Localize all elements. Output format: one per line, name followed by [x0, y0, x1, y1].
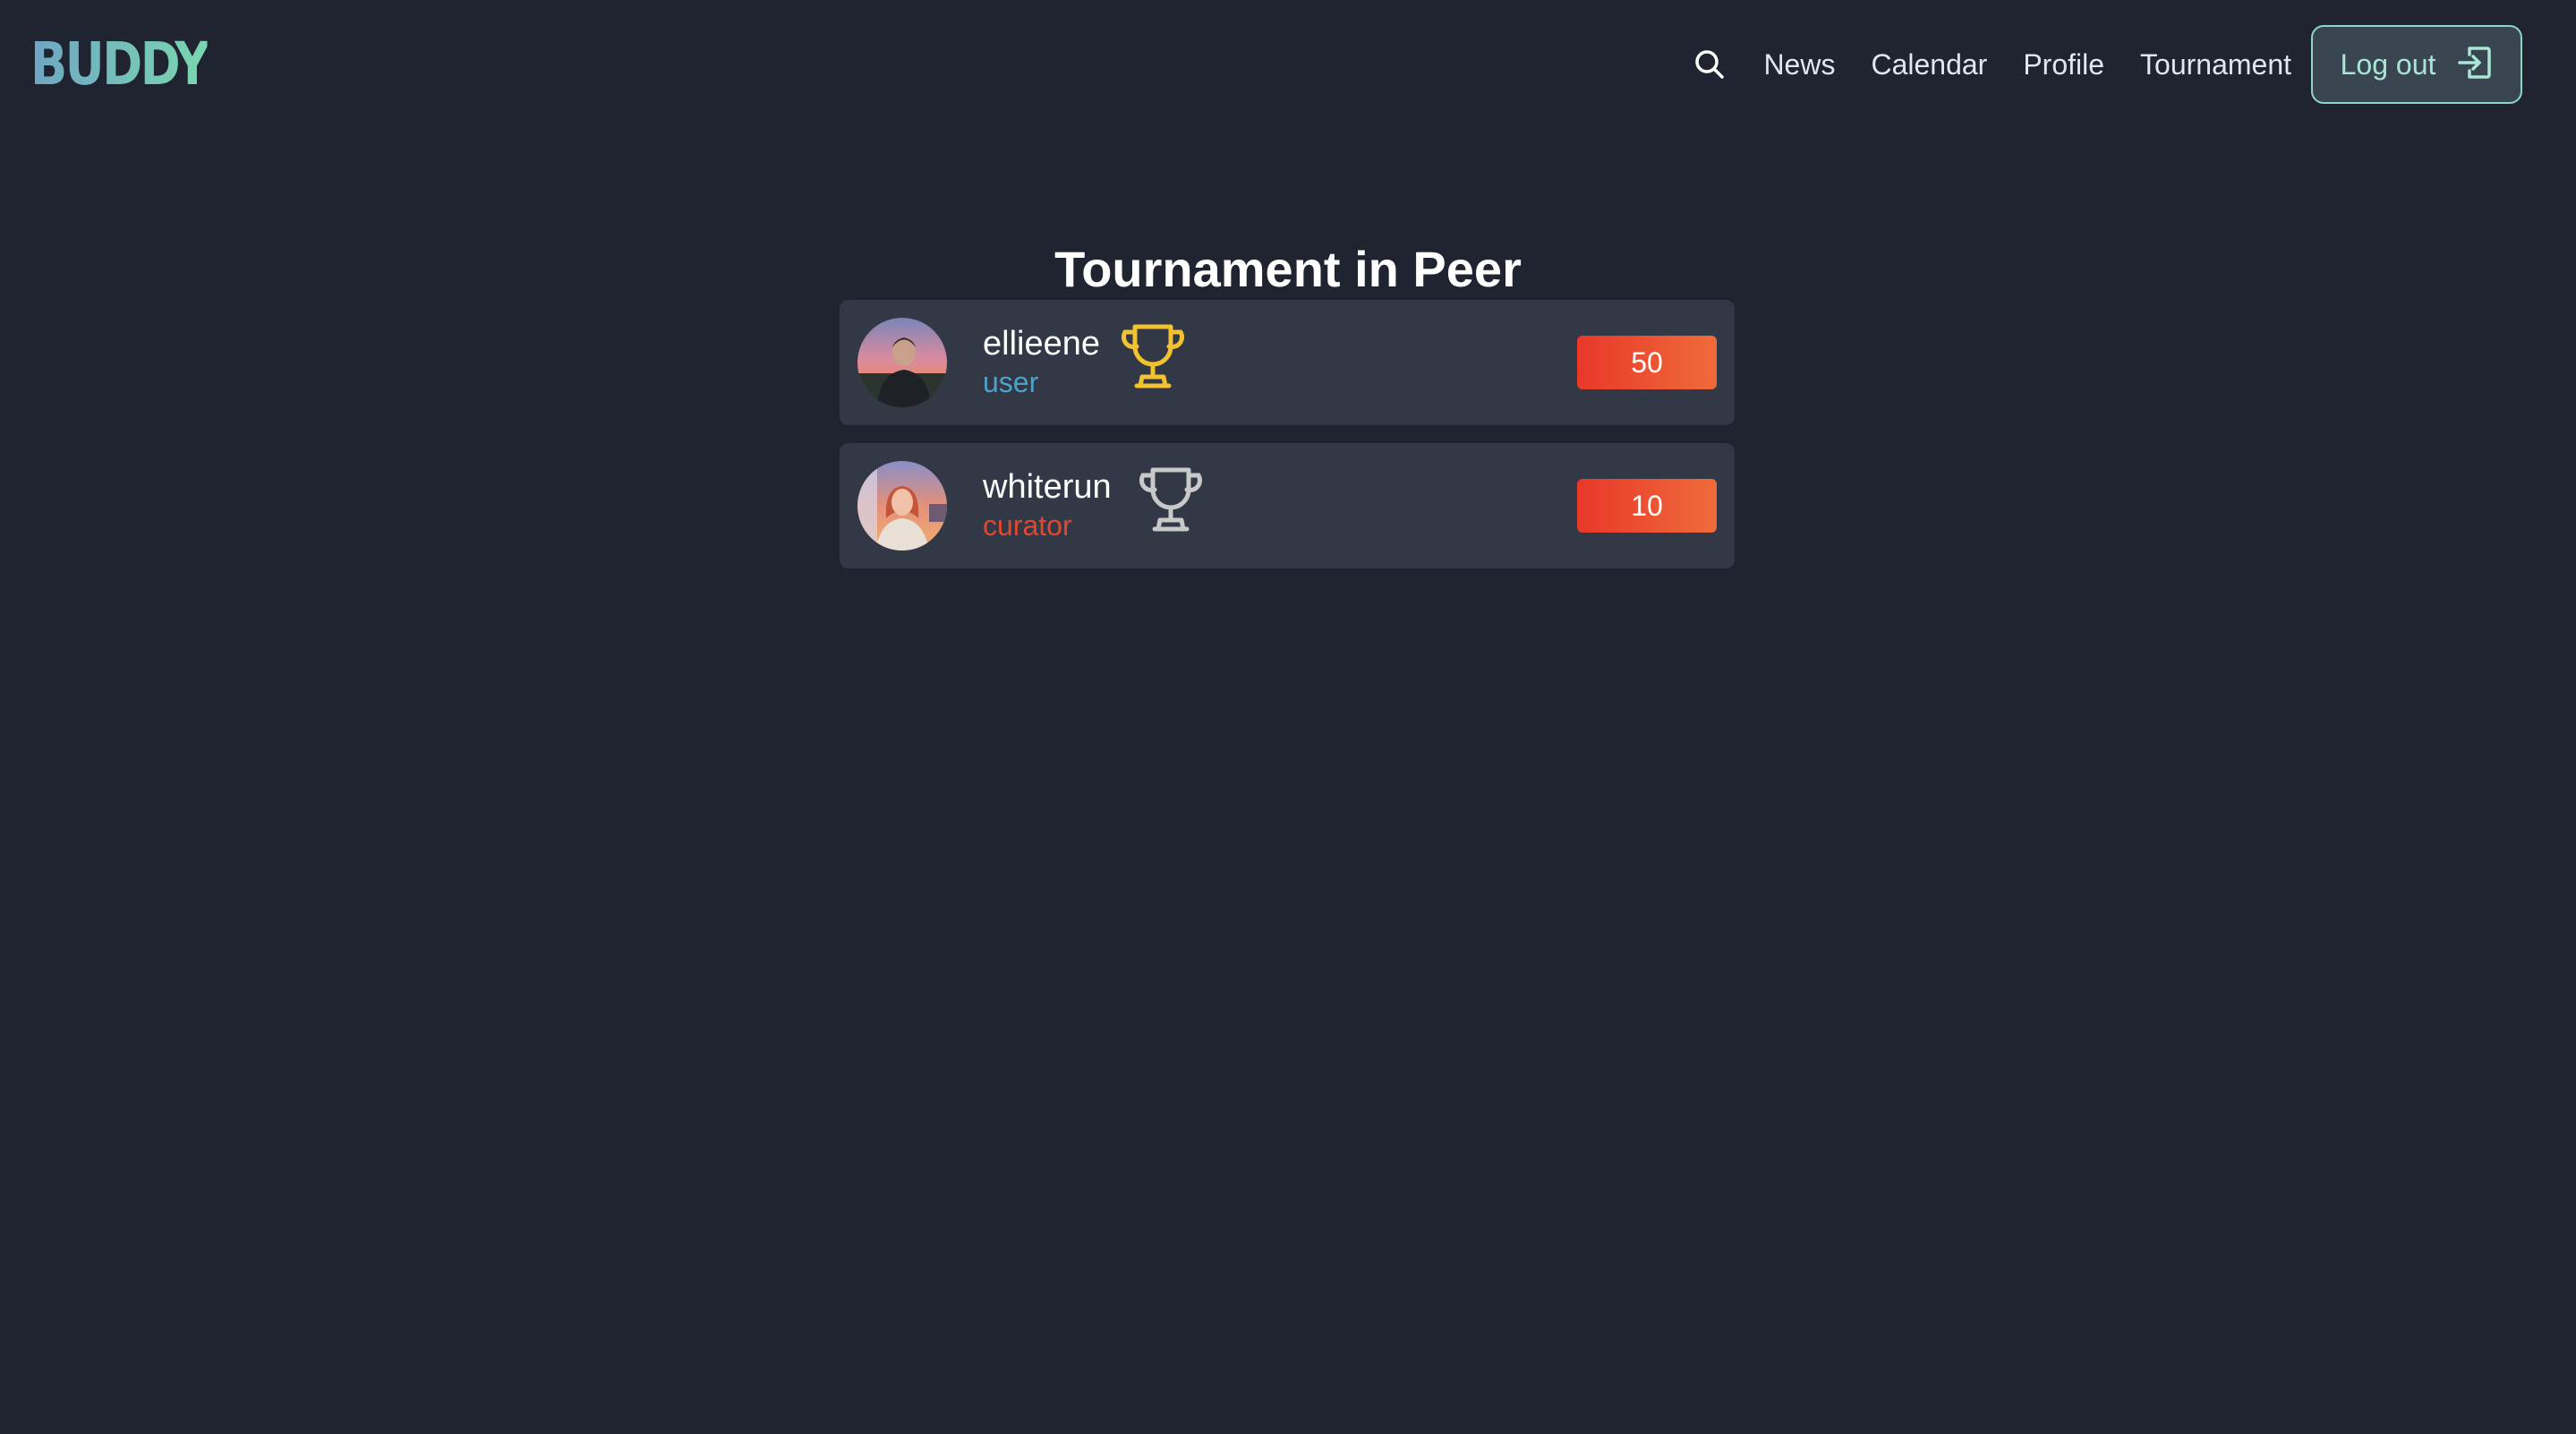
player-role: user — [983, 366, 1039, 398]
top-navbar: BUDDY News Calendar Profile Tournament L… — [0, 0, 2576, 129]
logout-label: Log out — [2340, 47, 2436, 81]
avatar[interactable] — [857, 318, 947, 407]
score-badge: 50 — [1577, 336, 1717, 389]
score-badge: 10 — [1577, 479, 1717, 533]
leaderboard-row[interactable]: ellieene user 50 — [840, 300, 1735, 425]
silver-trophy-icon — [1135, 463, 1207, 534]
tournament-leaderboard: ellieene user 50 whiterun curator 10 — [840, 300, 1735, 586]
buddy-logo[interactable]: BUDDY — [30, 25, 209, 104]
leaderboard-row[interactable]: whiterun curator 10 — [840, 443, 1735, 568]
nav-link-profile[interactable]: Profile — [2023, 48, 2104, 81]
gold-trophy-icon — [1117, 320, 1189, 391]
nav-link-tournament[interactable]: Tournament — [2140, 48, 2291, 81]
avatar[interactable] — [857, 461, 947, 551]
page-title: Tournament in Peer — [1054, 240, 1522, 297]
nav-link-calendar[interactable]: Calendar — [1871, 48, 1987, 81]
logout-icon — [2457, 45, 2493, 85]
logout-button[interactable]: Log out — [2311, 25, 2522, 104]
nav-link-news[interactable]: News — [1763, 48, 1835, 81]
player-username[interactable]: whiterun — [983, 466, 1112, 508]
nav-menu: News Calendar Profile Tournament Log out — [1690, 23, 2522, 106]
search-icon[interactable] — [1690, 45, 1729, 84]
player-username[interactable]: ellieene — [983, 323, 1100, 364]
player-role: curator — [983, 509, 1072, 542]
